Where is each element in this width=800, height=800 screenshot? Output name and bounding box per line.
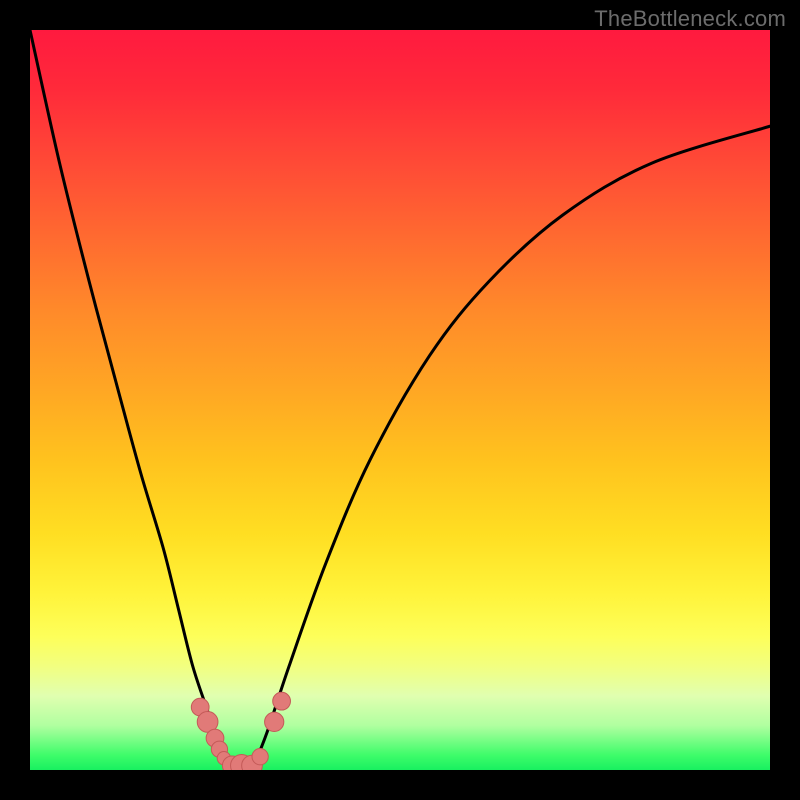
plot-area: [30, 30, 770, 770]
curve-layer: [30, 30, 770, 770]
salmon-spots: [191, 692, 290, 770]
left-curve: [30, 30, 230, 770]
salmon-spot: [252, 749, 268, 765]
right-curve: [252, 126, 770, 770]
salmon-spot: [273, 692, 291, 710]
watermark-text: TheBottleneck.com: [594, 6, 786, 32]
salmon-spot: [265, 712, 284, 731]
chart-frame: TheBottleneck.com: [0, 0, 800, 800]
